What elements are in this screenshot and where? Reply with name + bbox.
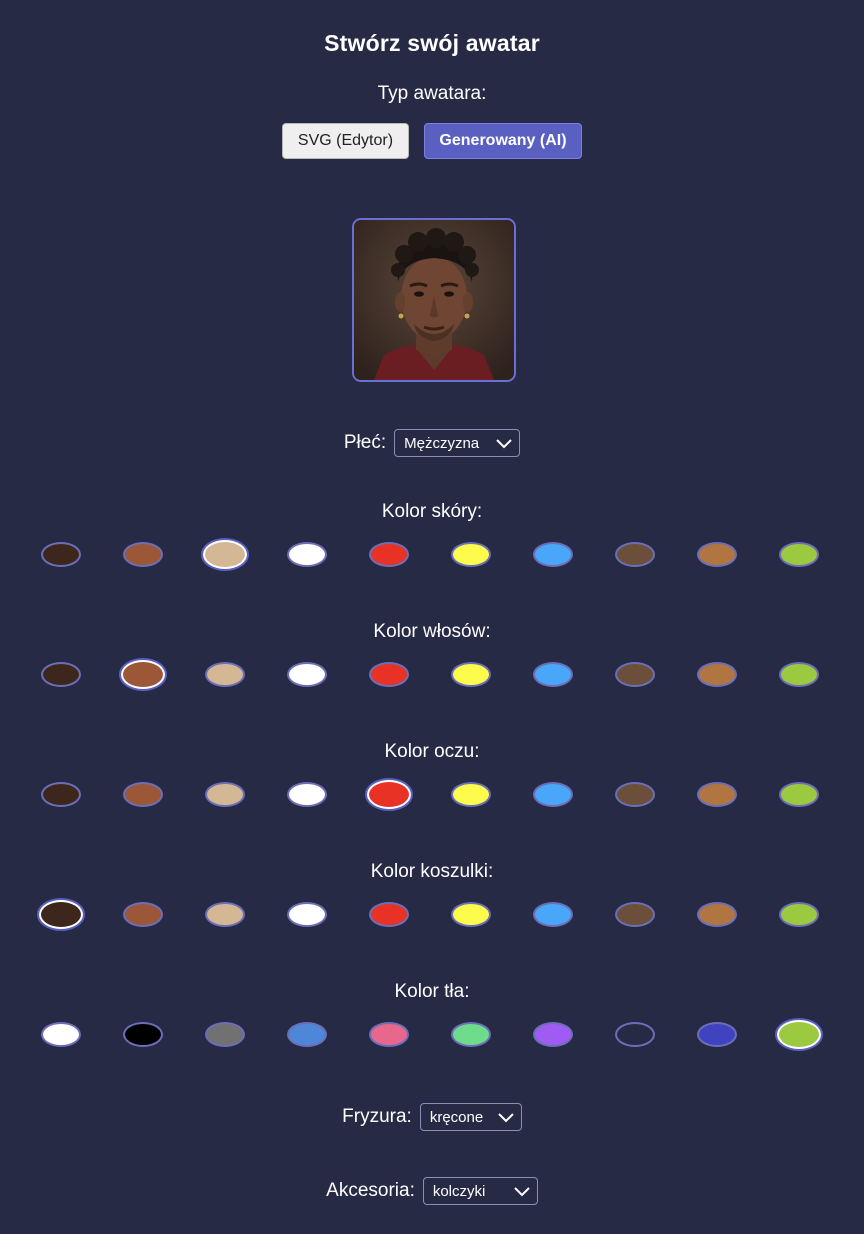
color-swatch[interactable] [533, 541, 573, 567]
skin-color-label: Kolor skóry: [381, 501, 483, 522]
color-swatch[interactable] [697, 541, 737, 567]
chevron-down-icon [496, 439, 512, 449]
color-swatch[interactable] [287, 901, 327, 927]
color-swatch[interactable] [287, 541, 327, 567]
accessories-select-value: kolczyki [432, 1182, 486, 1200]
background-color-swatches [0, 1019, 864, 1049]
hairstyle-row: Fryzura: kręcone [0, 1103, 864, 1131]
color-swatch[interactable] [205, 1021, 245, 1047]
shirt-color-swatches [0, 899, 864, 929]
gender-row: Płeć: Mężczyzna [0, 429, 864, 457]
hair-color-swatches [0, 659, 864, 689]
eye-color-swatches [0, 779, 864, 809]
color-swatch[interactable] [777, 1019, 821, 1049]
color-swatch[interactable] [205, 901, 245, 927]
color-swatch[interactable] [123, 1021, 163, 1047]
color-swatch[interactable] [697, 781, 737, 807]
color-swatch[interactable] [205, 781, 245, 807]
color-swatch[interactable] [367, 779, 411, 809]
color-swatch[interactable] [123, 901, 163, 927]
color-swatch[interactable] [287, 1021, 327, 1047]
shirt-color-label: Kolor koszulki: [370, 861, 494, 882]
color-swatch[interactable] [41, 661, 81, 687]
color-swatch[interactable] [779, 901, 819, 927]
color-swatch[interactable] [369, 661, 409, 687]
color-swatch[interactable] [451, 901, 491, 927]
hair-color-label: Kolor włosów: [373, 621, 491, 642]
color-swatch[interactable] [615, 541, 655, 567]
color-swatch[interactable] [41, 541, 81, 567]
color-swatch[interactable] [451, 781, 491, 807]
color-swatch[interactable] [697, 661, 737, 687]
color-swatch[interactable] [41, 781, 81, 807]
color-swatch[interactable] [451, 1021, 491, 1047]
avatar-type-toggle: SVG (Edytor) Generowany (AI) [0, 123, 864, 159]
skin-color-swatches [0, 539, 864, 569]
color-swatch[interactable] [39, 899, 83, 929]
color-swatch[interactable] [121, 659, 165, 689]
hairstyle-select-value: kręcone [429, 1108, 484, 1126]
chevron-down-icon [514, 1187, 530, 1197]
gender-label: Płeć: [343, 432, 387, 453]
color-swatch[interactable] [779, 541, 819, 567]
eye-color-label: Kolor oczu: [384, 741, 480, 762]
avatar-preview-image [352, 218, 516, 382]
color-swatch[interactable] [697, 1021, 737, 1047]
color-swatch[interactable] [533, 781, 573, 807]
color-swatch[interactable] [203, 539, 247, 569]
ai-generated-button[interactable]: Generowany (AI) [424, 123, 582, 159]
background-color-label: Kolor tła: [394, 981, 470, 1002]
color-swatch[interactable] [369, 901, 409, 927]
color-swatch[interactable] [533, 1021, 573, 1047]
color-swatch[interactable] [41, 1021, 81, 1047]
gender-select-value: Mężczyzna [404, 434, 480, 452]
accessories-label: Akcesoria: [326, 1180, 415, 1201]
color-swatch[interactable] [369, 1021, 409, 1047]
color-swatch[interactable] [287, 661, 327, 687]
color-swatch[interactable] [369, 541, 409, 567]
hairstyle-label: Fryzura: [342, 1106, 412, 1127]
color-swatch[interactable] [533, 901, 573, 927]
accessories-row: Akcesoria: kolczyki [0, 1177, 864, 1205]
color-swatch[interactable] [615, 661, 655, 687]
color-swatch[interactable] [615, 781, 655, 807]
accessories-select[interactable]: kolczyki [422, 1177, 538, 1205]
color-swatch[interactable] [123, 781, 163, 807]
color-swatch[interactable] [615, 1021, 655, 1047]
avatar-type-label: Typ awatara: [377, 83, 487, 104]
chevron-down-icon [498, 1113, 514, 1123]
color-swatch[interactable] [123, 541, 163, 567]
page-title: Stwórz swój awatar [324, 30, 540, 56]
color-swatch[interactable] [451, 661, 491, 687]
gender-select[interactable]: Mężczyzna [394, 429, 521, 457]
color-swatch[interactable] [779, 781, 819, 807]
color-swatch[interactable] [205, 661, 245, 687]
hairstyle-select[interactable]: kręcone [419, 1103, 522, 1131]
color-swatch[interactable] [697, 901, 737, 927]
color-swatch[interactable] [287, 781, 327, 807]
svg-editor-button[interactable]: SVG (Edytor) [282, 123, 409, 159]
color-swatch[interactable] [451, 541, 491, 567]
color-swatch[interactable] [615, 901, 655, 927]
color-swatch[interactable] [533, 661, 573, 687]
color-swatch[interactable] [779, 661, 819, 687]
